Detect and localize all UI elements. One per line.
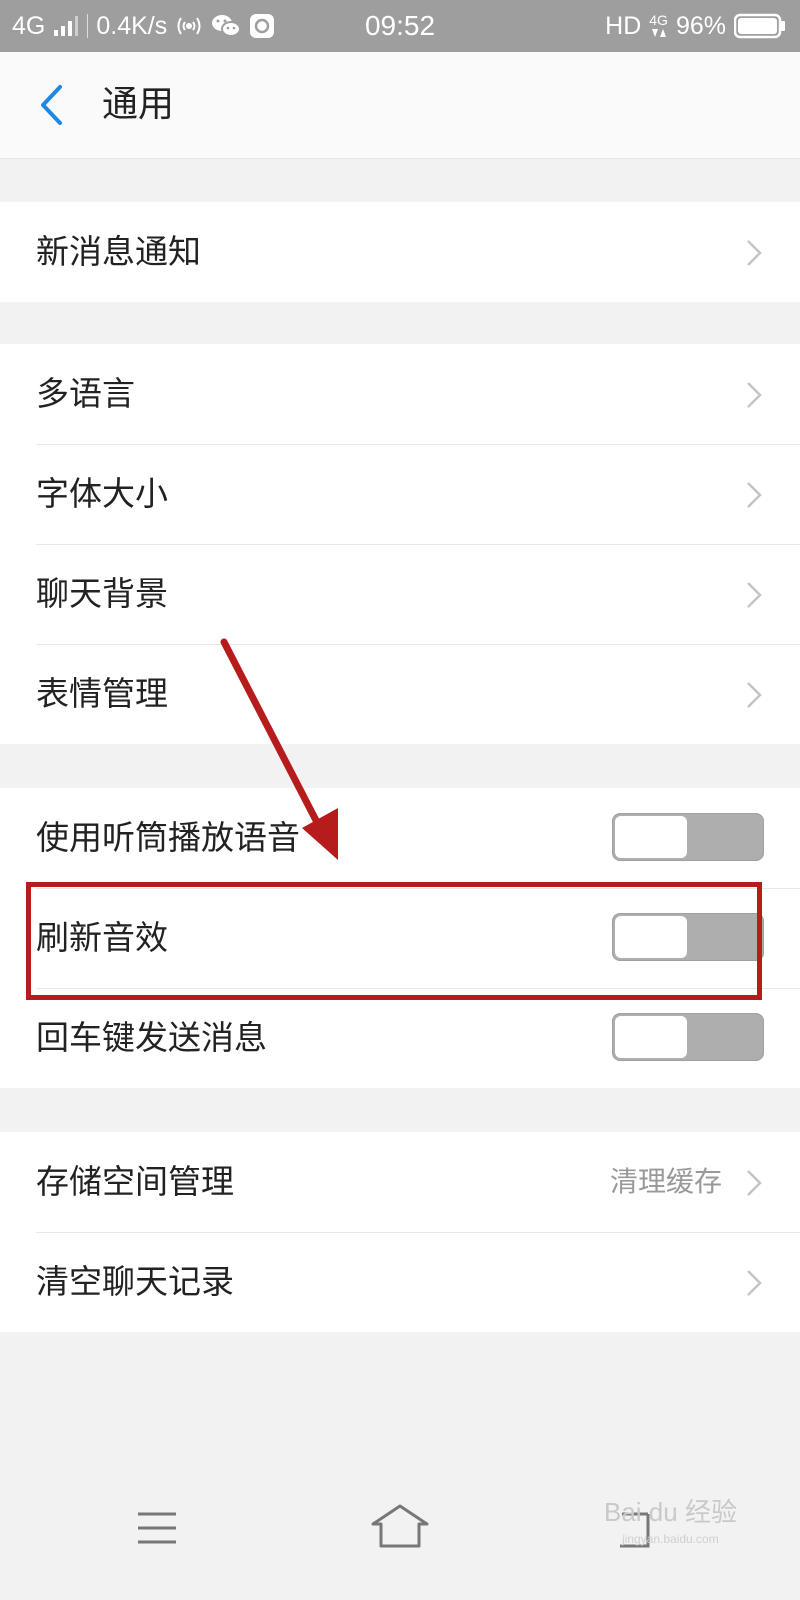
settings-item-new-message-notification[interactable]: 新消息通知 bbox=[0, 202, 800, 302]
menu-icon bbox=[138, 1512, 176, 1544]
settings-item-label: 表情管理 bbox=[36, 674, 168, 713]
settings-item-label: 清空聊天记录 bbox=[36, 1262, 234, 1301]
settings-item-label: 新消息通知 bbox=[36, 232, 201, 271]
battery-icon bbox=[734, 13, 786, 39]
settings-item-clear-chat-history[interactable]: 清空聊天记录 bbox=[0, 1232, 800, 1332]
back-arrow-icon bbox=[41, 85, 62, 125]
data-activity-icon: 4G bbox=[649, 13, 668, 39]
enter-to-send-toggle[interactable] bbox=[612, 1013, 764, 1061]
settings-item-font-size[interactable]: 字体大小 bbox=[0, 444, 800, 544]
chevron-right-icon bbox=[747, 682, 762, 708]
home-button[interactable] bbox=[365, 1498, 435, 1558]
page-title: 通用 bbox=[102, 84, 175, 125]
battery-percent: 96% bbox=[675, 11, 726, 40]
menu-button[interactable] bbox=[122, 1498, 192, 1558]
settings-item-label: 聊天背景 bbox=[36, 574, 168, 613]
settings-item-label: 回车键发送消息 bbox=[36, 1018, 267, 1057]
settings-item-label: 字体大小 bbox=[36, 474, 168, 513]
settings-item-enter-to-send: 回车键发送消息 bbox=[0, 988, 800, 1088]
settings-item-language[interactable]: 多语言 bbox=[0, 344, 800, 444]
settings-item-label: 使用听筒播放语音 bbox=[36, 818, 300, 857]
chevron-right-icon bbox=[747, 1270, 762, 1296]
chevron-right-icon bbox=[747, 482, 762, 508]
watermark: Bai du 经验 bbox=[604, 1497, 737, 1527]
settings-item-storage-management[interactable]: 存储空间管理 清理缓存 bbox=[0, 1132, 800, 1232]
settings-item-earpiece-playback: 使用听筒播放语音 bbox=[0, 788, 800, 888]
settings-item-label: 存储空间管理 bbox=[36, 1162, 234, 1201]
title-bar: 通用 bbox=[0, 52, 800, 159]
settings-group-notifications: 新消息通知 bbox=[0, 202, 800, 302]
earpiece-playback-toggle[interactable] bbox=[612, 813, 764, 861]
toggle-knob bbox=[615, 816, 687, 858]
net-small-label: 4G bbox=[649, 12, 668, 28]
settings-group-display: 多语言 字体大小 聊天背景 表情管理 bbox=[0, 344, 800, 744]
clear-cache-hint: 清理缓存 bbox=[609, 1165, 722, 1198]
chevron-right-icon bbox=[747, 582, 762, 608]
status-bar: 4G 0.4K/s 09:52 HD 4G 96% bbox=[0, 0, 800, 52]
toggle-knob bbox=[615, 1016, 687, 1058]
chevron-right-icon bbox=[747, 1170, 762, 1196]
chevron-right-icon bbox=[747, 382, 762, 408]
settings-item-chat-background[interactable]: 聊天背景 bbox=[0, 544, 800, 644]
settings-item-sticker-management[interactable]: 表情管理 bbox=[0, 644, 800, 744]
watermark-sub: jingyan.baidu.com bbox=[622, 1532, 719, 1546]
hd-indicator: HD bbox=[605, 11, 642, 40]
settings-item-label: 多语言 bbox=[36, 374, 135, 413]
highlight-box bbox=[26, 882, 762, 1000]
settings-group-storage: 存储空间管理 清理缓存 清空聊天记录 bbox=[0, 1132, 800, 1332]
back-button[interactable] bbox=[34, 82, 74, 128]
chevron-right-icon bbox=[747, 240, 762, 266]
home-icon bbox=[371, 1504, 429, 1548]
